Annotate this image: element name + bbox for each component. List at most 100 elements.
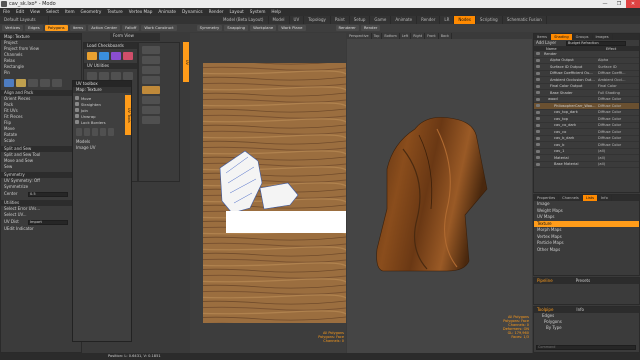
- menu-select[interactable]: Select: [43, 8, 62, 16]
- menu-help[interactable]: Help: [268, 8, 284, 16]
- toolpipe-row-by-type[interactable]: By Type: [534, 325, 639, 331]
- uv-util-icon-2[interactable]: [99, 72, 109, 80]
- center-field[interactable]: 0.5: [28, 191, 68, 197]
- command-input[interactable]: Command: [536, 345, 636, 350]
- visibility-eye-icon[interactable]: [536, 143, 540, 147]
- visibility-eye-icon[interactable]: [536, 149, 540, 153]
- toolbox-sub-image-uv[interactable]: Image UV: [73, 145, 131, 151]
- layout-select[interactable]: Default Layouts: [0, 16, 49, 24]
- visibility-eye-icon[interactable]: [536, 117, 540, 121]
- list-row-other-maps[interactable]: Other Maps: [534, 247, 639, 254]
- menu-animate[interactable]: Animate: [155, 8, 179, 16]
- uv-toolbox-window[interactable]: UV toolbox Map: Texture Move Straighten Jo…: [72, 80, 132, 342]
- tool-cut-icon[interactable]: [142, 116, 160, 124]
- checker-red-icon[interactable]: [123, 52, 133, 60]
- shader-filter-select[interactable]: Budget Refraction: [566, 40, 626, 46]
- maximize-button[interactable]: ❐: [612, 0, 626, 8]
- visibility-eye-icon[interactable]: [536, 110, 540, 114]
- work-construct-button[interactable]: Work Construct: [141, 25, 177, 31]
- tab-nodes[interactable]: Nodes: [454, 16, 476, 24]
- tab-game[interactable]: Game: [370, 16, 392, 24]
- tab-animate[interactable]: Animate: [391, 16, 418, 24]
- tab-model-beta-layout[interactable]: Model (Beta Layout): [219, 16, 269, 24]
- falloff-button[interactable]: Falloff: [122, 25, 140, 31]
- visibility-eye-icon[interactable]: [536, 58, 540, 62]
- work-plane-button[interactable]: Work Plane: [278, 25, 306, 31]
- polygons-button[interactable]: Polygons: [44, 25, 68, 31]
- select-item-icon[interactable]: [100, 128, 106, 136]
- menu-texture[interactable]: Texture: [104, 8, 125, 16]
- minimize-button[interactable]: —: [598, 0, 612, 8]
- workplane-button[interactable]: Workplane: [250, 25, 277, 31]
- menu-edit[interactable]: Edit: [13, 8, 27, 16]
- menu-view[interactable]: View: [27, 8, 43, 16]
- checker-orange-icon[interactable]: [87, 52, 97, 60]
- uv-pack-icon[interactable]: [40, 79, 50, 87]
- shader-tab-images[interactable]: Images: [593, 34, 613, 40]
- visibility-eye-icon[interactable]: [536, 91, 540, 95]
- tool-stitch-icon[interactable]: [142, 86, 160, 94]
- shader-row[interactable]: Base Material (all): [534, 162, 639, 168]
- pipeline-presets-tab[interactable]: Presets: [573, 278, 591, 284]
- split-row-sew[interactable]: Sew: [1, 164, 81, 170]
- vertices-button[interactable]: Vertices: [2, 25, 24, 31]
- uv-dist-field[interactable]: Import: [28, 219, 68, 225]
- select-vert-icon[interactable]: [76, 128, 82, 136]
- uv-tools-vtab[interactable]: UV Tools: [125, 95, 131, 135]
- uv-orient-icon[interactable]: [52, 79, 62, 87]
- tab-lr[interactable]: LR: [440, 16, 455, 24]
- tab-render[interactable]: Render: [417, 16, 441, 24]
- visibility-eye-icon[interactable]: [536, 136, 540, 140]
- renderer-button[interactable]: Renderer: [335, 25, 359, 31]
- 3d-viewport[interactable]: Perspective Top Bottom Left Right Front Back A…: [347, 33, 532, 353]
- visibility-eye-icon[interactable]: [536, 52, 540, 56]
- close-button[interactable]: ✕: [626, 0, 640, 8]
- items-button[interactable]: Items: [69, 25, 87, 31]
- menu-geometry[interactable]: Geometry: [78, 8, 105, 16]
- menu-dynamics[interactable]: Dynamics: [179, 8, 206, 16]
- tool-scale-icon[interactable]: [142, 66, 160, 74]
- visibility-eye-icon[interactable]: [536, 78, 540, 82]
- tool-rotate-icon[interactable]: [142, 56, 160, 64]
- properties-tab-lists[interactable]: Lists: [582, 195, 598, 201]
- checker-purple-icon[interactable]: [111, 52, 121, 60]
- menu-vertex-map[interactable]: Vertex Map: [126, 8, 156, 16]
- visibility-eye-icon[interactable]: [536, 97, 540, 101]
- tab-scripting[interactable]: Scripting: [476, 16, 503, 24]
- select-edge-icon[interactable]: [84, 128, 90, 136]
- shader-tab-groups[interactable]: Groups: [573, 34, 593, 40]
- properties-tab-info[interactable]: Info: [598, 195, 612, 201]
- text-tool-icon[interactable]: [108, 128, 114, 136]
- tab-topology[interactable]: Topology: [304, 16, 331, 24]
- edges-button[interactable]: Edges: [25, 25, 43, 31]
- uv-relax-icon[interactable]: [4, 79, 14, 87]
- checker-blue-icon[interactable]: [99, 52, 109, 60]
- visibility-eye-icon[interactable]: [536, 162, 540, 166]
- tab-model[interactable]: Model: [269, 16, 290, 24]
- tool-move-icon[interactable]: [142, 46, 160, 54]
- tool-flip-icon[interactable]: [142, 96, 160, 104]
- snapping-button[interactable]: Snapping: [224, 25, 249, 31]
- uv-util-icon-3[interactable]: [111, 72, 121, 80]
- visibility-eye-icon[interactable]: [536, 104, 540, 108]
- tab-uv[interactable]: UV: [290, 16, 305, 24]
- tool-align-icon[interactable]: [142, 76, 160, 84]
- visibility-eye-icon[interactable]: [536, 65, 540, 69]
- tab-schematic-fusion[interactable]: Schematic Fusion: [503, 16, 547, 24]
- visibility-eye-icon[interactable]: [536, 84, 540, 88]
- symmetry-button[interactable]: Symmetry: [196, 25, 223, 31]
- visibility-eye-icon[interactable]: [536, 130, 540, 134]
- form-view-tab[interactable]: Form View: [110, 33, 160, 41]
- tab-paint[interactable]: Paint: [331, 16, 350, 24]
- action-center-button[interactable]: Action Center: [88, 25, 121, 31]
- select-poly-icon[interactable]: [92, 128, 98, 136]
- menu-render[interactable]: Render: [206, 8, 227, 16]
- uv-util-icon-1[interactable]: [87, 72, 97, 80]
- visibility-eye-icon[interactable]: [536, 123, 540, 127]
- toolpipe-info-tab[interactable]: Info: [573, 307, 584, 313]
- render-button[interactable]: Render: [360, 25, 381, 31]
- left-row-pin[interactable]: Pin: [1, 70, 81, 76]
- uv-unwrap-icon[interactable]: [16, 79, 26, 87]
- uv-util-icon-4[interactable]: [123, 72, 133, 80]
- tab-setup[interactable]: Setup: [350, 16, 371, 24]
